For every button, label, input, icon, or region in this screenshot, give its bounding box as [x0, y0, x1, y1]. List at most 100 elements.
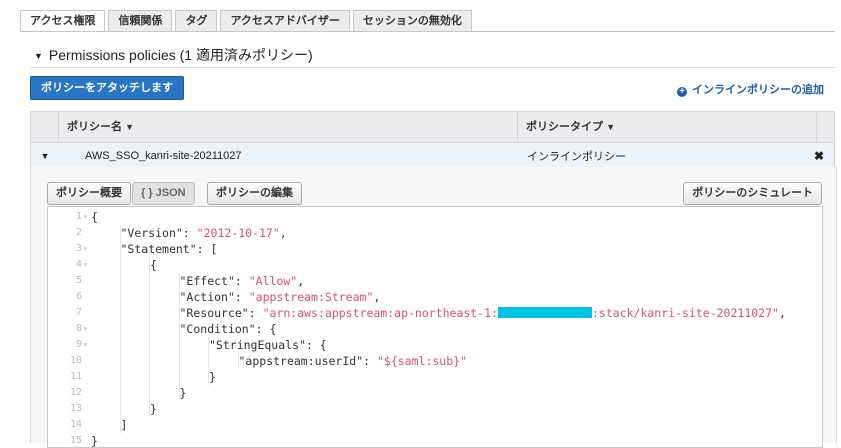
line-number: 14	[69, 419, 82, 430]
code-line[interactable]: 13}	[48, 401, 818, 417]
code-line[interactable]: 2 "Version": "2012-10-17",	[48, 225, 818, 241]
code-text: }	[180, 385, 187, 401]
fold-arrow-icon[interactable]: ▾	[83, 209, 88, 225]
line-number: 11	[69, 371, 82, 382]
json-token: }	[150, 402, 157, 416]
json-string: "appstream:Stream"	[248, 290, 374, 304]
line-number: 2	[75, 227, 82, 238]
json-token: "Resource":	[179, 306, 263, 320]
code-line[interactable]: 6 "Action": "appstream:Stream",	[48, 289, 818, 305]
code-text: {	[91, 209, 98, 225]
policy-summary-button[interactable]: ポリシー概要	[47, 182, 131, 205]
code-line[interactable]: 7 "Resource": "arn:aws:appstream:ap-north…	[48, 305, 818, 321]
add-inline-policy-label: インラインポリシーの追加	[692, 84, 824, 96]
section-divider	[30, 67, 835, 68]
json-token: "Action":	[179, 290, 249, 304]
fold-arrow-icon[interactable]: ▾	[83, 257, 88, 273]
tab-tags[interactable]: タグ	[175, 10, 218, 32]
header-policy-type[interactable]: ポリシータイプ ▼	[518, 112, 817, 142]
code-text: "StringEquals": {	[209, 337, 327, 353]
expand-caret-icon[interactable]: ▼	[31, 151, 59, 161]
code-line[interactable]: 14]	[48, 417, 818, 433]
header-policy-type-label: ポリシータイプ	[526, 121, 603, 133]
permissions-title: Permissions policies (1 適用済みポリシー)	[48, 47, 313, 63]
code-line[interactable]: 4 ▾ {	[48, 257, 818, 273]
code-text: "Resource": "arn:aws:appstream:ap-northe…	[180, 305, 786, 321]
header-policy-name[interactable]: ポリシー名 ▼	[59, 112, 518, 142]
code-line[interactable]: 3 ▾ "Statement": [	[48, 241, 818, 257]
line-number: 3	[75, 243, 82, 254]
json-token: "Effect":	[179, 274, 249, 288]
policy-type: インラインポリシー	[527, 151, 626, 163]
code-line[interactable]: 12}	[48, 385, 818, 401]
json-token: "Condition": {	[179, 322, 277, 336]
fold-arrow-icon[interactable]: ▾	[83, 321, 88, 337]
code-text: "appstream:userId": "${saml:sub}"	[239, 353, 468, 369]
fold-arrow-icon[interactable]: ▾	[83, 337, 88, 353]
json-token: }	[91, 434, 98, 448]
line-number: 8	[75, 323, 82, 334]
sort-caret-icon: ▼	[606, 122, 615, 132]
line-number: 12	[69, 387, 82, 398]
line-number: 10	[69, 355, 82, 366]
fold-arrow-icon[interactable]: ▾	[83, 241, 88, 257]
json-string: "Allow"	[248, 274, 298, 288]
line-number: 1	[75, 211, 82, 222]
json-token: ,	[279, 226, 287, 240]
json-token: ]	[120, 418, 128, 432]
code-line[interactable]: 15}	[48, 433, 818, 448]
table-row[interactable]: ▼ AWS_SSO_kanri-site-20211027 インラインポリシー …	[30, 143, 835, 170]
tab-revoke-sessions[interactable]: セッションの無効化	[352, 10, 472, 32]
tab-permissions[interactable]: アクセス権限	[20, 10, 106, 32]
code-line[interactable]: 9 ▾ "StringEquals": {	[48, 337, 818, 353]
code-text: "Version": "2012-10-17",	[121, 225, 287, 241]
attach-policies-button[interactable]: ポリシーをアタッチします	[30, 76, 184, 100]
code-text: ]	[121, 417, 128, 433]
plus-circle-icon: +	[677, 87, 687, 97]
json-token: "Version":	[120, 226, 197, 240]
policy-detail-panel: ポリシー概要 { } JSON ポリシーの編集 ポリシーのシミュレート 1 ▾{2…	[30, 167, 837, 448]
json-token: "Statement": [	[120, 242, 218, 256]
policy-name: AWS_SSO_kanri-site-20211027	[85, 150, 242, 162]
code-line[interactable]: 10 "appstream:userId": "${saml:sub}"	[48, 353, 818, 369]
remove-policy-icon[interactable]: ✖	[814, 149, 834, 163]
line-number: 15	[69, 435, 82, 446]
redacted-account-id	[498, 307, 592, 318]
sort-caret-icon: ▼	[125, 122, 134, 132]
json-editor[interactable]: 1 ▾{2 "Version": "2012-10-17", 3 ▾ "Statement…	[47, 206, 823, 448]
json-string: :stack/kanri-site-20211027"	[592, 306, 779, 320]
code-line[interactable]: 11}	[48, 369, 818, 385]
json-string: "${saml:sub}"	[376, 354, 467, 368]
tab-bar: アクセス権限 信頼関係 タグ アクセスアドバイザー セッションの無効化	[20, 10, 472, 32]
code-text: "Action": "appstream:Stream",	[180, 289, 381, 305]
edit-policy-button[interactable]: ポリシーの編集	[207, 182, 302, 205]
header-policy-name-label: ポリシー名	[67, 121, 122, 133]
line-number: 9	[75, 339, 82, 350]
code-text: {	[150, 257, 157, 273]
simulate-policy-button[interactable]: ポリシーのシミュレート	[683, 182, 822, 205]
json-token: ,	[297, 274, 305, 288]
tab-access-advisor[interactable]: アクセスアドバイザー	[220, 10, 350, 32]
line-number: 5	[75, 275, 82, 286]
line-number: 13	[69, 403, 82, 414]
json-token: }	[179, 386, 187, 400]
code-line[interactable]: 1 ▾{	[48, 209, 818, 225]
json-token: {	[150, 258, 157, 272]
tab-divider	[20, 31, 835, 32]
line-number: 6	[75, 291, 82, 302]
tab-trust-relationships[interactable]: 信頼関係	[108, 10, 173, 32]
json-token: ,	[373, 290, 381, 304]
code-text: "Statement": [	[121, 241, 218, 257]
table-header: ポリシー名 ▼ ポリシータイプ ▼	[30, 111, 835, 143]
code-text: }	[150, 401, 157, 417]
header-expand-col	[31, 112, 59, 142]
json-button[interactable]: { } JSON	[132, 182, 195, 205]
code-line[interactable]: 5 "Effect": "Allow",	[48, 273, 818, 289]
permissions-section-header[interactable]: ▼ Permissions policies (1 適用済みポリシー)	[34, 45, 313, 65]
json-token: ,	[778, 306, 786, 320]
code-line[interactable]: 8 ▾ "Condition": {	[48, 321, 818, 337]
line-number: 7	[75, 307, 82, 318]
code-text: }	[91, 433, 98, 448]
add-inline-policy-link[interactable]: + インラインポリシーの追加	[677, 81, 824, 97]
code-text: "Condition": {	[180, 321, 277, 337]
